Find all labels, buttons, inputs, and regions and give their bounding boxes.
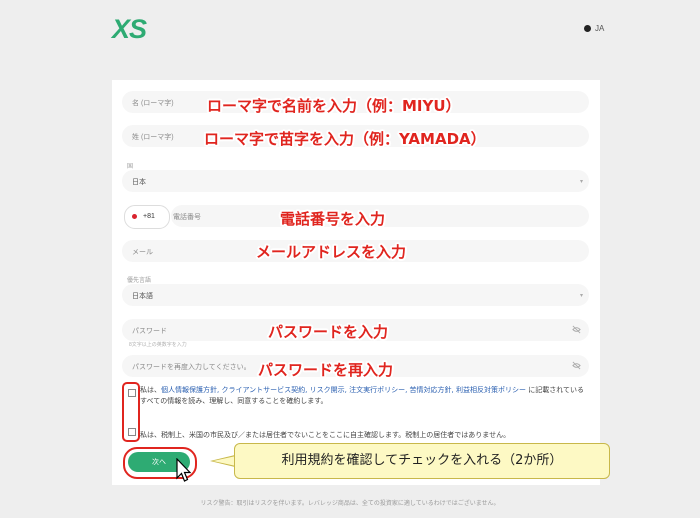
country-label: 国 (127, 164, 134, 170)
japan-flag-icon (132, 214, 137, 219)
checkbox-callout: 利用規約を確認してチェックを入れる（2か所） (234, 443, 610, 479)
annotation-email: メールアドレスを入力 (256, 243, 407, 261)
country-value: 日本 (132, 179, 146, 186)
annotation-first-name: ローマ字で名前を入力（例：MIYU） (207, 97, 461, 115)
eye-off-icon[interactable] (572, 325, 581, 334)
us-person-checkbox[interactable] (128, 428, 136, 436)
callout-tail-inner (213, 456, 236, 466)
country-select[interactable]: 日本 ▾ (122, 170, 589, 192)
annotation-phone: 電話番号を入力 (280, 210, 386, 228)
language-selector[interactable]: JA (584, 24, 604, 33)
annotation-password-confirm: パスワードを再入力 (258, 361, 394, 379)
password-confirm-placeholder: パスワードを再度入力してください。 (132, 364, 251, 371)
language-label: 優先言語 (127, 278, 152, 284)
annotation-last-name: ローマ字で苗字を入力（例：YAMADA） (204, 130, 486, 148)
last-name-placeholder: 姓 (ローマ字) (132, 134, 174, 141)
first-name-placeholder: 名 (ローマ字) (132, 100, 174, 107)
password-hint: 8文字以上の英数字を入力 (129, 342, 187, 348)
globe-icon (584, 25, 591, 33)
us-person-text: 私は、税制上、米国の市民及び／または居住者でないことをここに自主確認します。税制… (140, 431, 511, 439)
email-placeholder: メール (132, 249, 153, 256)
risk-warning: リスク警告：取引はリスクを伴います。レバレッジ商品は、全ての投資家に適しているわ… (200, 500, 500, 507)
language-value: 日本語 (132, 293, 153, 300)
phone-code: +81 (143, 213, 155, 220)
logo[interactable]: XS (112, 14, 147, 45)
password-placeholder: パスワード (132, 328, 167, 335)
language-label: JA (595, 24, 605, 33)
eye-off-icon[interactable] (572, 361, 581, 370)
terms-text: 私は、個人情報保護方針, クライアントサービス契約, リスク開示, 注文実行ポリ… (140, 386, 584, 405)
phone-country-code[interactable]: +81 (124, 205, 170, 229)
phone-placeholder: 電話番号 (173, 214, 201, 221)
mouse-cursor-icon (176, 458, 192, 482)
annotation-password: パスワードを入力 (268, 323, 389, 341)
chevron-down-icon: ▾ (579, 293, 583, 299)
chevron-down-icon: ▾ (579, 179, 583, 185)
terms-links[interactable]: 個人情報保護方針, クライアントサービス契約, リスク開示, 注文実行ポリシー,… (161, 386, 526, 394)
language-select[interactable]: 日本語 ▾ (122, 284, 589, 306)
